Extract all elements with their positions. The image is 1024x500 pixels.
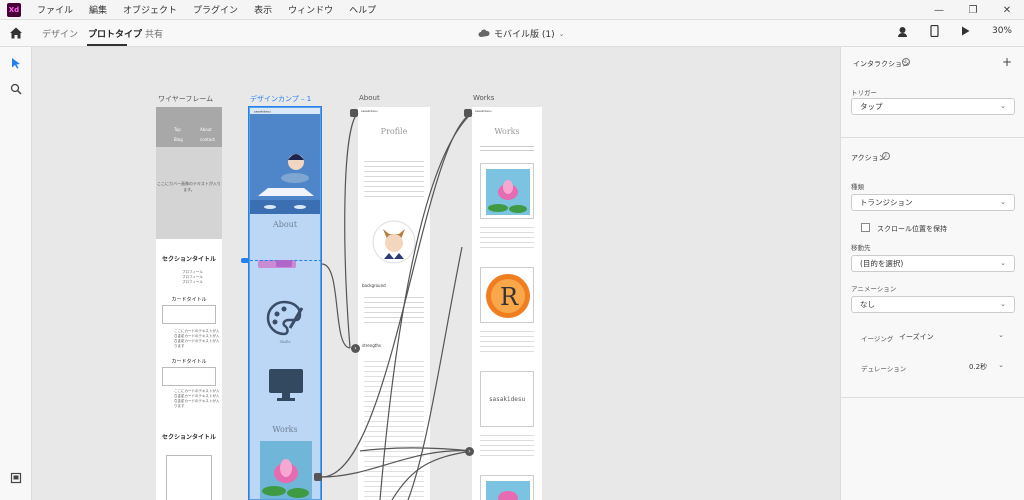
action-title: アクション xyxy=(851,154,886,162)
zoom-level[interactable]: 30% xyxy=(992,26,1012,36)
chevron-down-icon: ⌄ xyxy=(558,29,565,38)
chevron-down-icon[interactable]: ⌄ xyxy=(998,331,1004,339)
document-assets-icon[interactable] xyxy=(10,472,22,484)
prototype-links xyxy=(321,112,473,500)
duration-label: デュレーション xyxy=(861,365,907,373)
menu-object[interactable]: オブジェクト xyxy=(115,3,185,16)
menu-view[interactable]: 表示 xyxy=(246,3,280,16)
menu-edit[interactable]: 編集 xyxy=(81,3,115,16)
animation-select[interactable]: なし ⌄ xyxy=(851,296,1015,313)
type-select[interactable]: トランジション ⌄ xyxy=(851,194,1015,211)
trigger-label: トリガー xyxy=(851,89,877,97)
home-icon[interactable] xyxy=(9,26,23,40)
chevron-down-icon: ⌄ xyxy=(1000,259,1006,267)
destination-select[interactable]: (目的を選択) ⌄ xyxy=(851,255,1015,272)
menu-bar: Xd ファイル 編集 オブジェクト プラグイン 表示 ウィンドウ ヘルプ — ❐… xyxy=(0,0,1024,20)
animation-label: アニメーション xyxy=(851,285,897,293)
document-name: モバイル版 (1) xyxy=(494,30,555,40)
link-arrow-works[interactable]: › xyxy=(465,447,474,456)
zoom-tool-icon[interactable] xyxy=(10,83,22,95)
chevron-down-icon: ⌄ xyxy=(1000,300,1006,308)
easing-value[interactable]: イーズイン xyxy=(899,332,934,342)
tool-rail xyxy=(0,47,32,500)
select-tool-icon[interactable] xyxy=(10,57,22,69)
easing-label: イージング xyxy=(861,335,894,343)
tab-design[interactable]: デザイン xyxy=(42,27,78,40)
panel-divider xyxy=(841,137,1024,138)
chevron-down-icon: ⌄ xyxy=(1000,198,1006,206)
type-label: 種類 xyxy=(851,183,864,191)
link-target-about[interactable] xyxy=(350,109,358,117)
destination-label: 移動先 xyxy=(851,244,871,252)
info-icon[interactable]: i xyxy=(902,58,910,66)
menu-window[interactable]: ウィンドウ xyxy=(280,3,341,16)
menu-file[interactable]: ファイル xyxy=(29,3,81,16)
play-icon[interactable] xyxy=(961,26,970,36)
mobile-preview-icon[interactable] xyxy=(930,25,939,37)
tab-share[interactable]: 共有 xyxy=(145,27,163,40)
minimize-button[interactable]: — xyxy=(922,0,956,20)
link-arrow-about[interactable]: › xyxy=(351,344,360,353)
mode-toolbar: デザイン プロトタイプ 共有 モバイル版 (1) ⌄ 30% xyxy=(0,20,1024,47)
animation-value: なし xyxy=(860,300,875,309)
link-handle-about[interactable] xyxy=(276,260,292,267)
duration-value[interactable]: 0.2秒 xyxy=(969,362,987,372)
link-target-works[interactable] xyxy=(464,109,472,117)
panel-divider xyxy=(841,397,1024,398)
link-handle-works[interactable] xyxy=(314,473,322,481)
preserve-scroll-checkbox[interactable] xyxy=(861,223,870,232)
document-title[interactable]: モバイル版 (1) ⌄ xyxy=(478,27,565,40)
menu-plugins[interactable]: プラグイン xyxy=(185,3,246,16)
user-icon[interactable] xyxy=(897,26,908,37)
trigger-select[interactable]: タップ ⌄ xyxy=(851,98,1015,115)
xd-app-icon: Xd xyxy=(7,2,21,17)
trigger-value: タップ xyxy=(860,102,883,111)
active-tab-indicator xyxy=(87,44,127,46)
chevron-down-icon[interactable]: ⌄ xyxy=(998,361,1004,369)
interaction-title: インタラクション xyxy=(853,60,909,68)
add-interaction-button[interactable]: + xyxy=(1002,55,1012,69)
chevron-down-icon: ⌄ xyxy=(1000,102,1006,110)
destination-value: (目的を選択) xyxy=(860,259,904,268)
cloud-icon xyxy=(478,29,490,37)
menu-help[interactable]: ヘルプ xyxy=(341,3,384,16)
tab-prototype[interactable]: プロトタイプ xyxy=(88,27,142,40)
design-canvas[interactable]: ワイヤーフレーム デザインカンプ – 1 About Works Top Abo… xyxy=(32,47,840,500)
close-button[interactable]: ✕ xyxy=(990,0,1024,20)
info-icon[interactable]: i xyxy=(882,152,890,160)
type-value: トランジション xyxy=(860,198,913,207)
interaction-panel: インタラクション i + トリガー タップ ⌄ アクション i 種類 トランジシ… xyxy=(840,47,1024,500)
preserve-scroll-label[interactable]: スクロール位置を保持 xyxy=(877,224,947,234)
restore-button[interactable]: ❐ xyxy=(956,0,990,20)
